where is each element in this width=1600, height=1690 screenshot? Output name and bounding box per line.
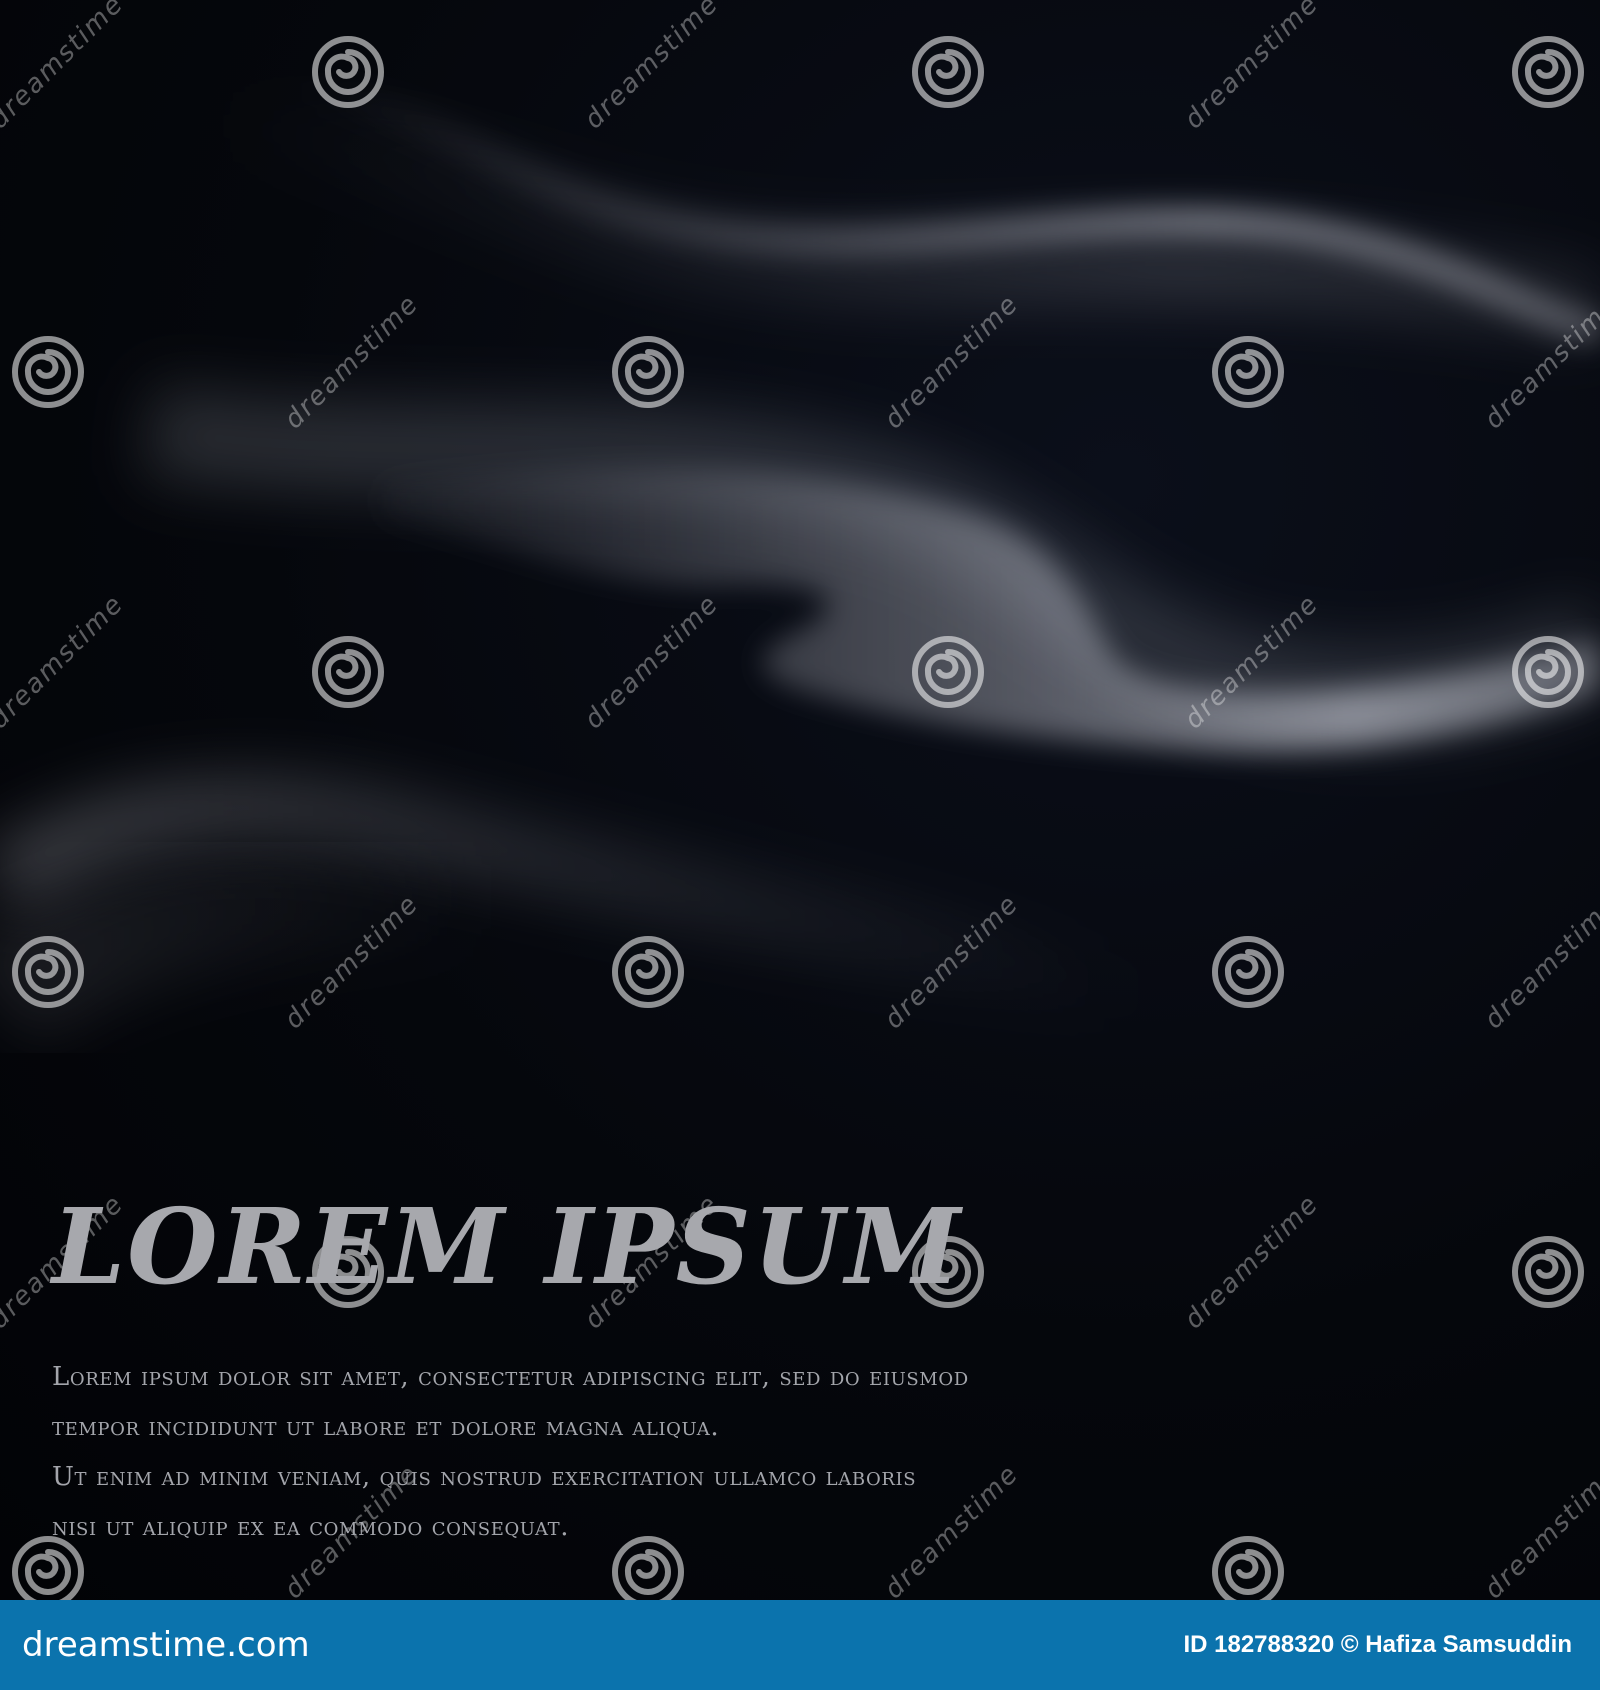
stock-footer-bar: dreamstime.com ID 182788320 © Hafiza Sam… (0, 1600, 1600, 1690)
body-line: nisi ut aliquip ex ea commodo consequat. (52, 1512, 570, 1542)
body-line: Lorem ipsum dolor sit amet, consectetur … (52, 1362, 969, 1392)
footer-image-credit: ID 182788320 © Hafiza Samsuddin (1183, 1631, 1572, 1658)
body-line: Ut enim ad minim veniam, quis nostrud ex… (52, 1462, 917, 1492)
poster-image: dreamstime (0, 0, 1600, 1600)
poster-body-text: Lorem ipsum dolor sit amet, consectetur … (52, 1352, 1132, 1552)
poster-headline: LOREM IPSUM (52, 1185, 963, 1308)
footer-site-link[interactable]: dreamstime.com (22, 1625, 310, 1665)
body-line: tempor incididunt ut labore et dolore ma… (52, 1412, 720, 1442)
